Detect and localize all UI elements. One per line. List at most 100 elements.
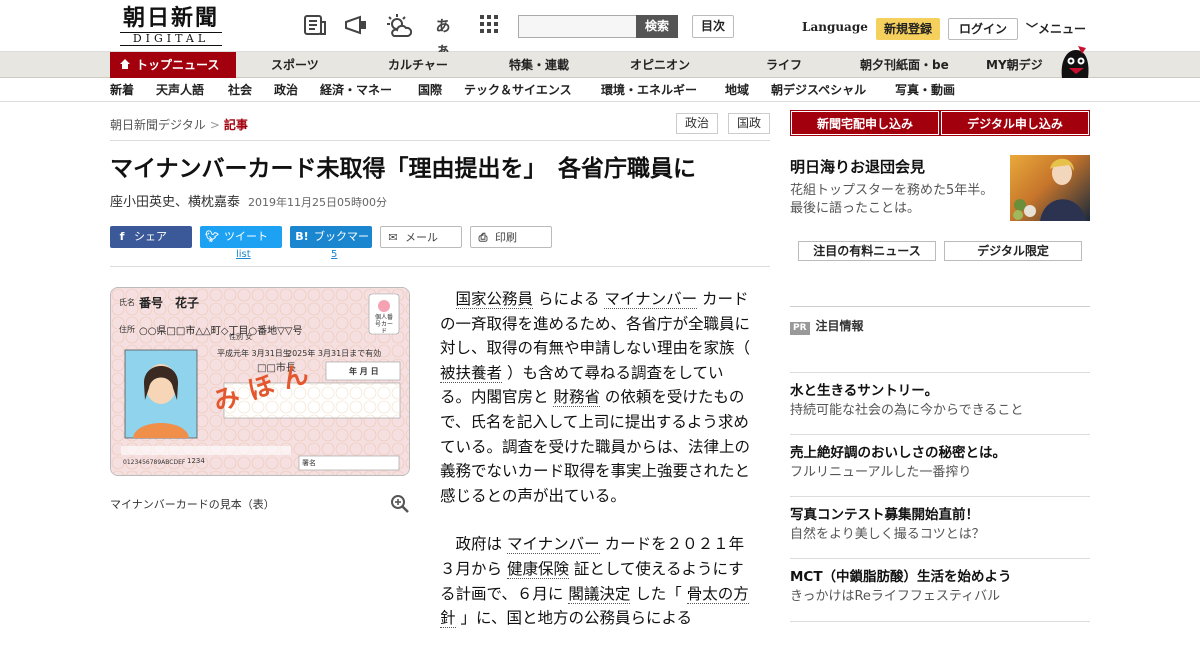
nav-tech[interactable]: テック＆サイエンス <box>464 78 572 102</box>
chevron-down-icon: ﹀ <box>1026 22 1039 36</box>
twitter-share-button[interactable]: 🐦︎ ツイート <box>200 226 282 248</box>
keyword-link[interactable]: 閣議決定 <box>568 584 631 604</box>
breadcrumb-separator: > <box>209 118 220 132</box>
pr-item[interactable]: 写真コンテスト募集開始直前！ 自然をより美しく撮るコツとは？ <box>790 496 1090 545</box>
tag-politics[interactable]: 政治 <box>676 113 718 134</box>
nav-life[interactable]: ライフ <box>766 52 802 78</box>
twitter-count-link[interactable]: list <box>236 249 251 260</box>
nav-tensei[interactable]: 天声人語 <box>156 78 204 102</box>
nav-international[interactable]: 国際 <box>418 78 442 102</box>
pr-item[interactable]: MCT（中鎖脂肪酸）生活を始めよう きっかけはReライフフェスティバル <box>790 558 1090 607</box>
hatena-bookmark-button[interactable]: B! ブックマーク <box>290 226 372 265</box>
nav-my[interactable]: MY朝デジ <box>986 52 1043 78</box>
card-name-label: 氏名 <box>119 298 135 307</box>
megaphone-icon[interactable] <box>343 14 369 38</box>
nav-features[interactable]: 特集・連載 <box>509 52 569 78</box>
nav-top-news[interactable]: トップニュース <box>110 52 236 78</box>
body-text: 政府は <box>455 535 507 554</box>
nav-society[interactable]: 社会 <box>228 78 252 102</box>
nav-environment[interactable]: 環境・エネルギー <box>601 78 697 102</box>
breadcrumb: 朝日新聞デジタル > 記事 <box>110 116 248 133</box>
body-text: 」に、国と地方の公務員らによる <box>455 609 693 628</box>
card-name: 番号 花子 <box>139 296 200 310</box>
printer-icon: ⎙ <box>478 231 488 244</box>
keyword-link[interactable]: マイナンバー <box>506 535 600 555</box>
pr-badge: PR <box>790 322 810 335</box>
mail-icon: ✉ <box>388 231 398 244</box>
publish-date: 2019年11月25日05時00分 <box>248 196 387 209</box>
nav-special[interactable]: 朝デジスペシャル <box>771 78 866 102</box>
paid-news-button[interactable]: 注目の有料ニュース <box>798 241 936 261</box>
tag-national[interactable]: 国政 <box>728 113 770 134</box>
keyword-link[interactable]: 国家公務員 <box>455 290 534 309</box>
article-paragraph: 国家公務員 らによる マイナンバー カードの一斉取得を進めるため、各省庁が全職員… <box>440 287 752 508</box>
nav-photo[interactable]: 写真・動画 <box>895 78 955 102</box>
byline: 座小田英史、横枕嘉泰 2019年11月25日05時00分 <box>110 191 387 210</box>
weather-icon[interactable] <box>386 14 413 38</box>
article-body: 国家公務員 らによる マイナンバー カードの一斉取得を進めるため、各省庁が全職員… <box>440 287 752 655</box>
article-paragraph: 政府は マイナンバー カードを２０２１年３月から 健康保険 証として使えるように… <box>440 532 752 630</box>
menu-button[interactable]: ﹀メニュー <box>1026 20 1086 37</box>
keyword-link[interactable]: マイナンバー <box>604 290 698 309</box>
pr-item[interactable]: 水と生きるサントリー。 持続可能な社会の為に今からできること <box>790 372 1090 421</box>
card-badge: 個人番号カード <box>374 314 393 335</box>
nav-sports[interactable]: スポーツ <box>271 52 319 78</box>
pr-item[interactable]: 売上絶好調のおいしさの秘密とは。 フルリニューアルした一番搾り <box>790 434 1090 483</box>
top-bar: 朝日新聞 DIGITAL あぁ 検索 目次 Language 新規登録 ログイン… <box>0 0 1200 59</box>
card-birth: 平成元年 3月31日生 <box>217 349 291 358</box>
breadcrumb-home[interactable]: 朝日新聞デジタル <box>110 118 206 132</box>
newspaper-icon[interactable] <box>302 14 328 38</box>
promo-image[interactable] <box>1010 155 1090 221</box>
toc-button[interactable]: 目次 <box>692 15 734 38</box>
language-link[interactable]: Language <box>802 20 868 34</box>
card-sign: 署名 <box>302 459 316 467</box>
font-size-icon[interactable]: あぁ <box>430 14 456 59</box>
search-input[interactable] <box>518 15 636 38</box>
nav-region[interactable]: 地域 <box>725 78 749 102</box>
card-number: 0123456789ABCDEF <box>123 459 186 466</box>
divider <box>110 140 770 141</box>
keyword-link[interactable]: 健康保険 <box>506 559 569 579</box>
secondary-nav: 新着 天声人語 社会 政治 経済・マネー 国際 テック＆サイエンス 環境・エネル… <box>0 78 1200 102</box>
site-logo[interactable]: 朝日新聞 DIGITAL <box>112 6 230 46</box>
nav-paper[interactable]: 朝夕刊紙面・be <box>860 52 949 78</box>
pr-heading: PR 注目情報 <box>790 317 864 335</box>
facebook-share-button[interactable]: f シェア <box>110 226 192 248</box>
mail-button[interactable]: ✉ メール <box>380 226 462 248</box>
card-address: ○○県□□市△△町◇丁目○番地▽▽号 <box>139 326 303 337</box>
nav-latest[interactable]: 新着 <box>110 78 134 102</box>
authors: 座小田英史、横枕嘉泰 <box>110 195 241 210</box>
nav-opinion[interactable]: オピニオン <box>630 52 690 78</box>
promo-text[interactable]: 花組トップスターを務めた5年半。最後に語ったことは。 <box>790 182 1000 218</box>
keyword-link[interactable]: 財務省 <box>553 388 600 408</box>
divider <box>790 621 1090 622</box>
card-sex: 性別 女 <box>229 333 253 341</box>
search-button[interactable]: 検索 <box>636 15 678 38</box>
hatena-count-link[interactable]: 5 <box>331 249 337 260</box>
divider <box>110 266 770 267</box>
nav-culture[interactable]: カルチャー <box>388 52 448 78</box>
nav-economy[interactable]: 経済・マネー <box>320 78 392 102</box>
body-text: した「 <box>630 584 687 603</box>
zoom-icon[interactable] <box>390 494 410 514</box>
card-pin: 1234 <box>187 457 205 465</box>
register-button[interactable]: 新規登録 <box>876 18 940 40</box>
delivery-signup-button[interactable]: 新聞宅配申し込み <box>790 110 940 136</box>
grid-icon[interactable] <box>476 14 502 38</box>
card-date-box: 年 月 日 <box>349 367 379 376</box>
card-address-label: 住所 <box>119 325 135 334</box>
digital-only-button[interactable]: デジタル限定 <box>944 241 1082 261</box>
divider <box>790 306 1090 307</box>
login-button[interactable]: ログイン <box>948 18 1018 40</box>
mascot-icon[interactable] <box>1056 44 1092 78</box>
print-button[interactable]: ⎙ 印刷 <box>470 226 552 248</box>
digital-signup-button[interactable]: デジタル申し込み <box>940 110 1090 136</box>
image-caption: マイナンバーカードの見本（表） <box>110 498 275 511</box>
promo-title[interactable]: 明日海りお退団会見 <box>790 156 925 177</box>
facebook-icon: f <box>119 230 125 243</box>
keyword-link[interactable]: 被扶養者 <box>440 363 503 383</box>
mynumber-card-image[interactable]: 氏名 番号 花子 住所 ○○県□□市△△町◇丁目○番地▽▽号 個人番号カード 平… <box>110 287 410 476</box>
nav-politics[interactable]: 政治 <box>274 78 298 102</box>
hatena-icon: B! <box>295 230 309 243</box>
breadcrumb-current: 記事 <box>223 118 248 132</box>
